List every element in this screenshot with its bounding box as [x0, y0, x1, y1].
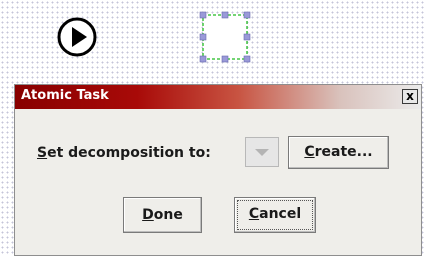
- dialog-title: Atomic Task: [21, 88, 109, 103]
- atomic-task-dialog: Atomic Task x Set decomposition to: Crea…: [14, 84, 422, 256]
- play-icon[interactable]: [56, 16, 98, 58]
- close-button[interactable]: x: [402, 89, 418, 104]
- close-icon: x: [406, 89, 414, 103]
- chevron-down-icon: [255, 149, 269, 156]
- cancel-button[interactable]: Cancel: [234, 197, 316, 233]
- dialog-titlebar[interactable]: Atomic Task x: [15, 85, 421, 109]
- selected-task-node[interactable]: [198, 10, 252, 64]
- decomposition-combo[interactable]: [245, 137, 279, 167]
- done-button[interactable]: Done: [123, 197, 202, 233]
- decomposition-label: Set decomposition to:: [37, 145, 211, 161]
- create-button[interactable]: Create...: [288, 136, 389, 169]
